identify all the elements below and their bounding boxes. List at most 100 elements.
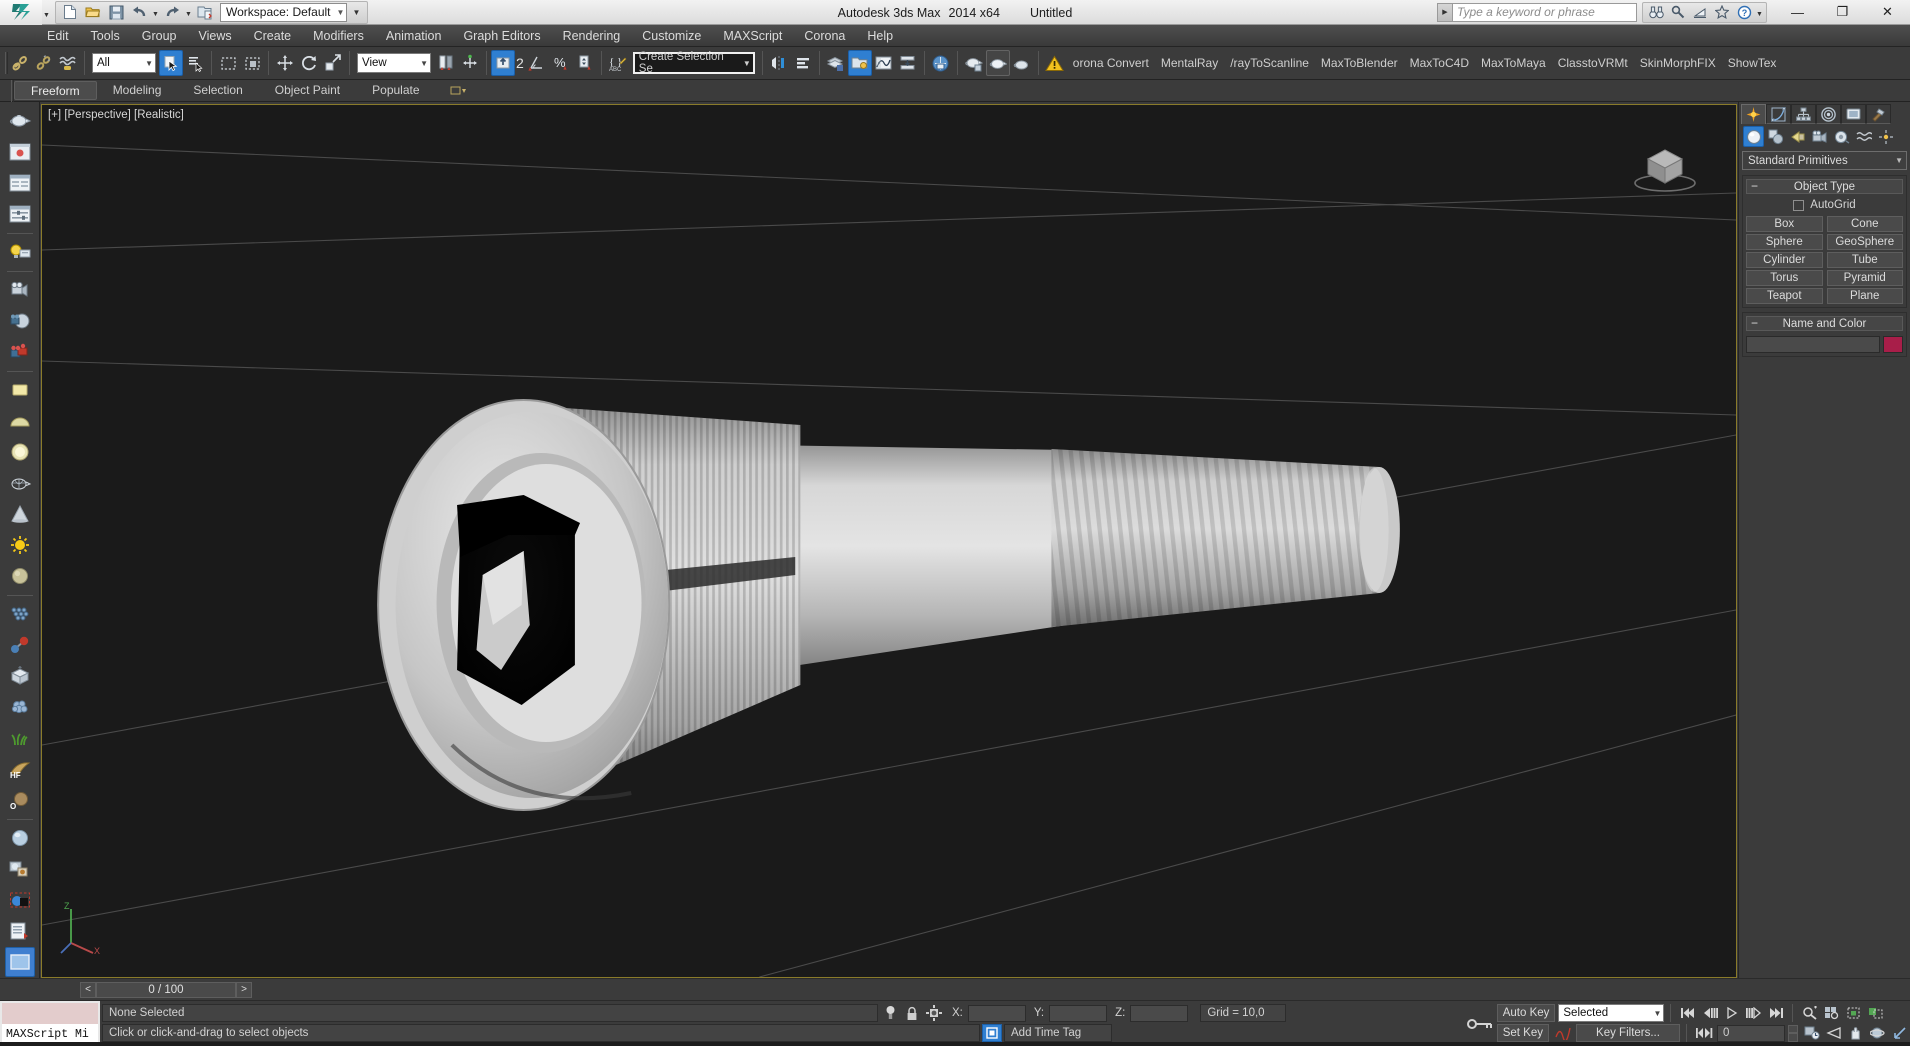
select-and-move-button[interactable]	[273, 50, 297, 76]
viewport-label[interactable]: [+] [Perspective] [Realistic]	[48, 109, 184, 121]
favorites-button[interactable]	[1711, 3, 1733, 22]
align-button[interactable]	[791, 50, 815, 76]
viewport-label-view[interactable]: [Perspective]	[64, 109, 130, 121]
active-viewport-button[interactable]	[4, 947, 35, 977]
create-tube-button[interactable]: Tube	[1826, 252, 1903, 268]
select-and-manipulate-button[interactable]	[458, 50, 482, 76]
plugin-show-tex[interactable]: ShowTex	[1722, 47, 1783, 79]
select-by-name-button[interactable]	[183, 50, 207, 76]
zoom-region-button[interactable]	[1865, 1004, 1886, 1022]
reference-coordinate-combo[interactable]: View ▼	[357, 53, 431, 73]
y-coordinate-field[interactable]	[1049, 1004, 1108, 1022]
object-type-header[interactable]: − Object Type	[1746, 179, 1903, 194]
scene-explorer-button[interactable]	[847, 50, 872, 76]
search-expand-arrow-icon[interactable]: ▶	[1437, 2, 1452, 22]
systems-category[interactable]	[1875, 126, 1896, 147]
percent-snap-toggle-button[interactable]: %	[549, 50, 573, 76]
subscription-button[interactable]	[1689, 3, 1711, 22]
current-frame-field[interactable]: 0	[1717, 1024, 1785, 1042]
selection-lock-hint-icon-wrap[interactable]	[880, 1004, 900, 1022]
curve-editor-button[interactable]	[872, 50, 896, 76]
ribbon-overflow-button[interactable]	[450, 85, 468, 97]
key-filters-button[interactable]: Key Filters...	[1576, 1024, 1680, 1042]
perspective-viewport[interactable]: [+] [Perspective] [Realistic] Z X	[41, 104, 1737, 978]
menu-customize[interactable]: Customize	[631, 25, 712, 47]
menu-tools[interactable]: Tools	[80, 25, 131, 47]
list-panel-button[interactable]	[5, 168, 35, 198]
create-pyramid-button[interactable]: Pyramid	[1826, 270, 1903, 286]
ribbon-tab-selection[interactable]: Selection	[177, 81, 258, 100]
key-mode-block[interactable]	[1463, 1001, 1497, 1046]
space-warps-category[interactable]	[1853, 126, 1874, 147]
help-button[interactable]: ?	[1733, 3, 1755, 22]
viewport-label-shading[interactable]: [Realistic]	[134, 109, 184, 121]
menu-group[interactable]: Group	[131, 25, 188, 47]
grid-array-button[interactable]	[5, 599, 35, 629]
redo-dropdown-arrow[interactable]: ▼	[184, 2, 193, 22]
plugin-corona-convert[interactable]: orona Convert	[1067, 47, 1155, 79]
time-slider-next-button[interactable]: >	[236, 981, 252, 998]
plugin-vray-to-scanline[interactable]: /rayToScanline	[1224, 47, 1315, 79]
collapse-minus-icon[interactable]: −	[1751, 179, 1758, 193]
stereo-camera-button[interactable]	[5, 337, 35, 367]
zoom-button[interactable]	[1799, 1004, 1820, 1022]
search-binoculars-button[interactable]	[1645, 3, 1667, 22]
camera-tool-button[interactable]	[5, 275, 35, 305]
select-object-button[interactable]	[159, 50, 183, 76]
particle-link-button[interactable]	[5, 630, 35, 660]
maximize-button[interactable]: ❐	[1820, 0, 1865, 25]
create-teapot-button[interactable]: Teapot	[1746, 288, 1823, 304]
project-folder-button[interactable]	[194, 2, 216, 22]
create-sphere-button[interactable]: Sphere	[1746, 234, 1823, 250]
warning-button[interactable]	[1043, 50, 1067, 76]
view-cube[interactable]	[1630, 133, 1700, 195]
menu-maxscript[interactable]: MAXScript	[712, 25, 793, 47]
grass-button[interactable]	[5, 723, 35, 753]
modify-tab[interactable]	[1766, 104, 1791, 124]
layer-manager-button[interactable]	[824, 50, 848, 76]
field-of-view-button[interactable]	[1823, 1024, 1844, 1042]
unlink-selection-button[interactable]	[32, 50, 56, 76]
sphere-light-button[interactable]	[5, 437, 35, 467]
display-tab[interactable]	[1841, 104, 1866, 124]
maximize-viewport-button[interactable]	[1889, 1024, 1910, 1042]
previous-frame-button[interactable]	[1699, 1004, 1720, 1022]
menu-animation[interactable]: Animation	[375, 25, 453, 47]
search-input[interactable]: Type a keyword or phrase	[1452, 2, 1637, 22]
schematic-view-button[interactable]	[896, 50, 920, 76]
next-frame-button[interactable]	[1743, 1004, 1764, 1022]
collapse-minus-icon[interactable]: −	[1751, 316, 1758, 330]
close-button[interactable]: ✕	[1865, 0, 1910, 25]
time-configuration-button[interactable]	[1801, 1024, 1822, 1042]
window-crossing-button[interactable]	[240, 50, 264, 76]
teapot-tool-button[interactable]	[5, 106, 35, 136]
socket-head-cap-screw-model[interactable]	[42, 105, 1736, 977]
workspace-more-arrow[interactable]: ▼	[348, 2, 364, 22]
motion-tab[interactable]	[1816, 104, 1841, 124]
edit-named-selection-sets-button[interactable]: { } ABC	[606, 50, 630, 76]
hierarchy-tab[interactable]	[1791, 104, 1816, 124]
z-coordinate-field[interactable]	[1130, 1004, 1189, 1022]
key-mode-toggle-button[interactable]	[1693, 1024, 1714, 1042]
light-lister-button[interactable]	[5, 237, 35, 267]
select-and-scale-button[interactable]	[321, 50, 345, 76]
teapot-wire-button[interactable]	[5, 468, 35, 498]
help-dropdown-arrow[interactable]: ▼	[1755, 2, 1764, 22]
selection-filter-combo[interactable]: All ▼	[92, 53, 156, 73]
material-swap-button[interactable]	[5, 854, 35, 884]
search-box[interactable]: ▶ Type a keyword or phrase	[1437, 2, 1637, 23]
render-elements-button[interactable]	[5, 916, 35, 946]
key-curve-button[interactable]	[1552, 1024, 1573, 1042]
autogrid-row[interactable]: AutoGrid	[1746, 199, 1903, 211]
undo-button[interactable]	[128, 2, 150, 22]
menu-create[interactable]: Create	[243, 25, 303, 47]
matte-object-button[interactable]	[5, 885, 35, 915]
plugin-max-to-blender[interactable]: MaxToBlender	[1315, 47, 1404, 79]
undo-dropdown-arrow[interactable]: ▼	[151, 2, 160, 22]
zoom-all-button[interactable]	[1821, 1004, 1842, 1022]
material-sphere-button[interactable]	[5, 823, 35, 853]
workspace-selector[interactable]: Workspace: Default ▼	[220, 2, 348, 22]
menu-edit[interactable]: Edit	[36, 25, 80, 47]
select-and-link-button[interactable]	[8, 50, 32, 76]
time-tag-toggle[interactable]	[982, 1024, 1002, 1042]
